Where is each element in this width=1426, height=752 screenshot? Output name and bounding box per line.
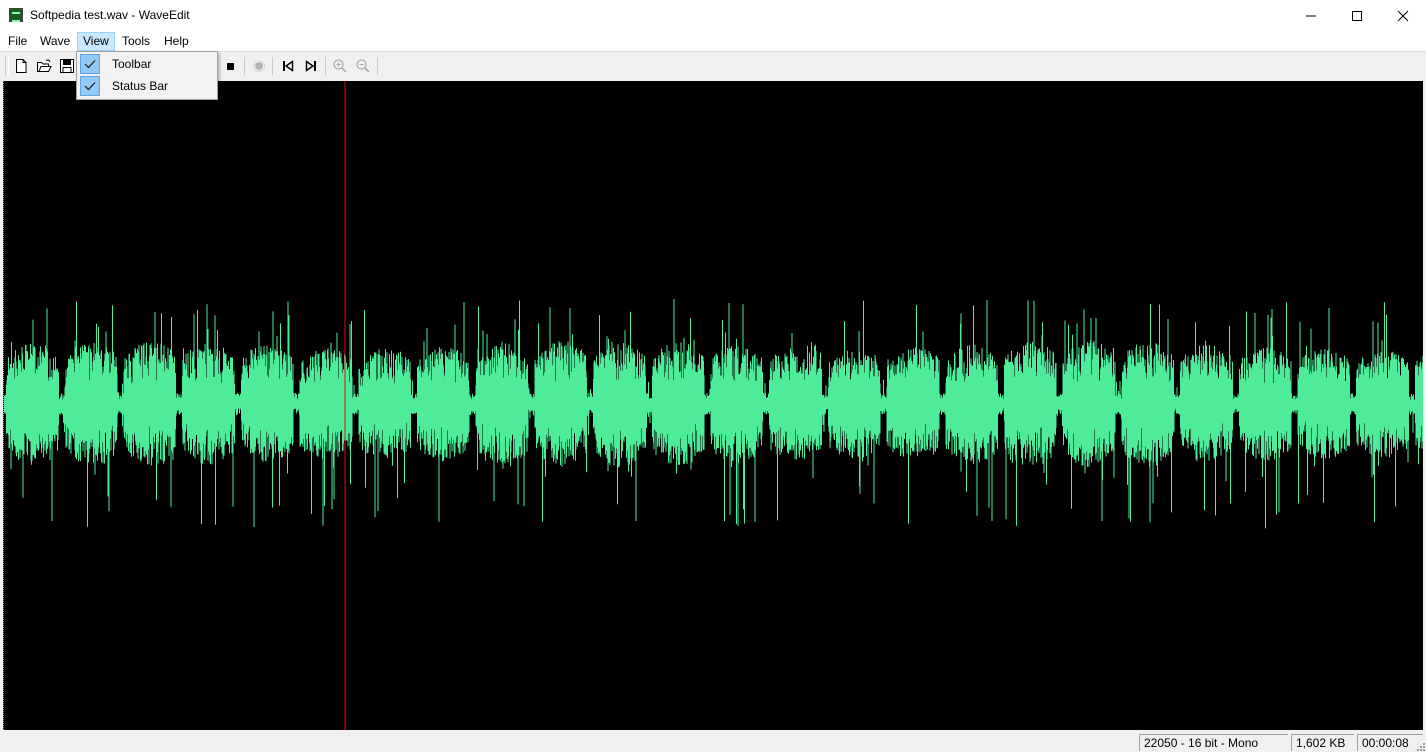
view-menu-item-toolbar[interactable]: Toolbar [79, 53, 215, 75]
menu-help[interactable]: Help [163, 33, 190, 51]
window-title: Softpedia test.wav - WaveEdit [30, 8, 190, 22]
record-button[interactable] [249, 56, 269, 76]
stop-icon [227, 63, 234, 70]
maximize-icon [1352, 11, 1362, 21]
toolbar-separator [377, 57, 378, 75]
title-bar: Softpedia test.wav - WaveEdit [0, 0, 1426, 31]
new-file-button[interactable] [11, 56, 31, 76]
maximize-button[interactable] [1334, 0, 1380, 31]
checkmark-icon [80, 54, 100, 74]
menu-view[interactable]: View [77, 32, 115, 51]
save-icon [60, 59, 74, 73]
minimize-icon [1306, 15, 1316, 17]
checkmark-icon [80, 76, 100, 96]
status-bar: 22050 - 16 bit - Mono 1,602 KB 00:00:08 [0, 732, 1426, 752]
view-menu-item-label: Status Bar [112, 79, 169, 93]
toolbar-separator [272, 57, 273, 75]
skip-to-end-button[interactable] [301, 56, 321, 76]
status-audio-format: 22050 - 16 bit - Mono [1139, 734, 1288, 751]
view-menu-item-status-bar[interactable]: Status Bar [79, 75, 215, 97]
toolbar-separator [244, 57, 245, 75]
open-button[interactable] [34, 56, 54, 76]
save-button[interactable] [57, 56, 77, 76]
menu-file[interactable]: File [7, 33, 28, 51]
zoom-out-icon [356, 59, 370, 73]
toolbar-grip[interactable] [5, 56, 9, 76]
menu-wave[interactable]: Wave [39, 33, 71, 51]
menu-bar: File Wave View Tools Help [0, 31, 1426, 51]
app-icon[interactable] [9, 8, 23, 22]
stop-button[interactable] [220, 56, 240, 76]
view-menu-item-label: Toolbar [112, 57, 152, 71]
waveform-display[interactable] [3, 81, 1423, 730]
status-file-size: 1,602 KB [1291, 734, 1354, 751]
toolbar-separator [325, 57, 326, 75]
zoom-out-button[interactable] [353, 56, 373, 76]
zoom-in-button[interactable] [330, 56, 350, 76]
waveform-canvas[interactable] [4, 81, 1423, 730]
minimize-button[interactable] [1288, 0, 1334, 31]
open-folder-icon [37, 59, 52, 72]
view-menu-dropdown: Toolbar Status Bar [76, 51, 218, 100]
close-icon [1397, 10, 1409, 22]
skip-to-start-icon [283, 60, 294, 72]
close-button[interactable] [1380, 0, 1426, 31]
resize-grip-icon[interactable] [1414, 740, 1426, 752]
waveform-trace [4, 299, 1423, 529]
new-file-icon [16, 59, 27, 73]
menu-tools[interactable]: Tools [121, 33, 151, 51]
record-icon [253, 60, 265, 72]
skip-to-start-button[interactable] [278, 56, 298, 76]
zoom-in-icon [333, 59, 347, 73]
skip-to-end-icon [305, 60, 316, 72]
waveedit-window: Softpedia test.wav - WaveEdit File Wave … [0, 0, 1426, 752]
